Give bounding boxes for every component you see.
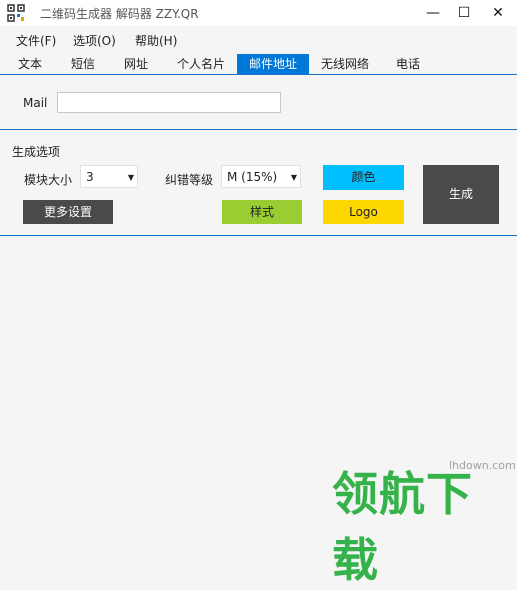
tab-email[interactable]: 邮件地址 [237, 54, 309, 74]
divider-bottom [0, 235, 517, 236]
qr-app-icon [7, 4, 25, 22]
tab-vcard[interactable]: 个人名片 [170, 54, 232, 74]
watermark-brand: 领航下载 [332, 467, 473, 587]
menu-help[interactable]: 帮助(H) [135, 32, 177, 49]
ecc-label: 纠错等级 [165, 173, 214, 187]
window-title: 二维码生成器 解码器 ZZY.QR [40, 7, 199, 21]
minimize-button[interactable]: — [416, 0, 450, 26]
title-bar: 二维码生成器 解码器 ZZY.QR — ☐ ✕ [0, 0, 517, 26]
tab-url[interactable]: 网址 [116, 54, 156, 74]
mail-input[interactable] [57, 92, 281, 113]
menu-options[interactable]: 选项(O) [73, 32, 116, 49]
ecc-value: M (15%) [227, 170, 278, 184]
chevron-down-icon: ▼ [290, 173, 297, 182]
ecc-select[interactable]: M (15%) ▼ [221, 165, 301, 188]
menu-bar: 文件(F) 选项(O) 帮助(H) [0, 30, 517, 50]
chevron-down-icon: ▼ [127, 173, 134, 182]
color-button[interactable]: 颜色 [323, 165, 404, 190]
divider-top [0, 129, 517, 130]
tab-wifi[interactable]: 无线网络 [314, 54, 376, 74]
tab-sms[interactable]: 短信 [63, 54, 103, 74]
maximize-button[interactable]: ☐ [447, 0, 481, 26]
style-button[interactable]: 样式 [222, 200, 302, 224]
mail-label: Mail [23, 96, 48, 110]
module-size-value: 3 [86, 170, 94, 184]
module-size-select[interactable]: 3 ▼ [80, 165, 138, 188]
tab-bar: 文本 短信 网址 个人名片 邮件地址 无线网络 电话 [0, 54, 517, 75]
close-button[interactable]: ✕ [481, 0, 515, 26]
more-settings-button[interactable]: 更多设置 [23, 200, 113, 224]
module-size-label: 模块大小 [24, 173, 73, 187]
tab-text[interactable]: 文本 [10, 54, 50, 74]
menu-file[interactable]: 文件(F) [16, 32, 56, 49]
logo-button[interactable]: Logo [323, 200, 404, 224]
tab-phone[interactable]: 电话 [388, 54, 428, 74]
generate-button[interactable]: 生成 [423, 165, 499, 224]
options-title: 生成选项 [12, 145, 61, 159]
